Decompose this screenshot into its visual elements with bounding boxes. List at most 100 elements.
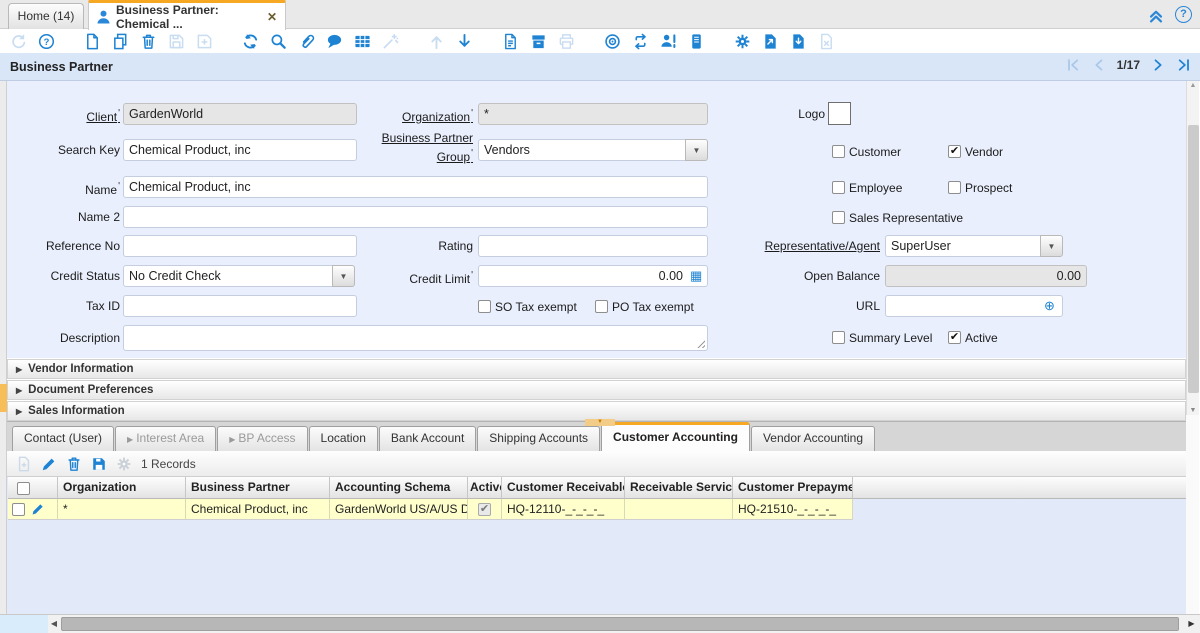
export-xls-icon[interactable] [818, 33, 835, 50]
reference-no-field[interactable] [123, 235, 357, 257]
last-record-icon[interactable] [1176, 57, 1192, 73]
calculator-icon[interactable]: ▦ [690, 269, 702, 282]
delete-record-icon[interactable] [140, 33, 157, 50]
cell-customer-prepayment[interactable]: HQ-21510-_-_-_-_ [733, 499, 853, 520]
employee-checkbox[interactable] [832, 181, 845, 194]
close-tab-icon[interactable]: ✕ [267, 10, 277, 24]
archive-icon[interactable] [530, 33, 547, 50]
requery-icon[interactable] [632, 33, 649, 50]
name2-field[interactable] [123, 206, 708, 228]
import-icon[interactable] [790, 33, 807, 50]
process-icon[interactable] [734, 33, 751, 50]
select-all-header[interactable] [8, 477, 58, 499]
row-edit-icon[interactable] [41, 456, 57, 472]
left-splitter-handle[interactable] [0, 384, 7, 412]
prospect-checkbox[interactable] [948, 181, 961, 194]
column-header-customer-prepayment[interactable]: Customer Prepayment [733, 477, 853, 499]
organization-label[interactable]: Organization [373, 103, 473, 128]
representative-dropdown-icon[interactable] [1040, 235, 1063, 257]
move-down-icon[interactable] [456, 33, 473, 50]
name-field[interactable]: Chemical Product, inc [123, 176, 708, 198]
tab-bank-account[interactable]: Bank Account [379, 426, 476, 451]
tab-location[interactable]: Location [309, 426, 378, 451]
bp-group-dropdown-icon[interactable] [685, 139, 708, 161]
customer-checkbox[interactable] [832, 145, 845, 158]
save-create-icon[interactable] [196, 33, 213, 50]
export-icon[interactable] [762, 33, 779, 50]
credit-status-dropdown-icon[interactable] [332, 265, 355, 287]
bp-group-field[interactable]: Vendors [478, 139, 686, 161]
row-save-icon[interactable] [91, 456, 107, 472]
row-delete-icon[interactable] [66, 456, 82, 472]
url-field[interactable] [885, 295, 1063, 317]
scroll-down-icon[interactable]: ▼ [1187, 407, 1199, 414]
column-header-customer-receivables[interactable]: Customer Receivables [502, 477, 625, 499]
cell-active-checkbox[interactable] [478, 503, 491, 516]
previous-record-icon[interactable] [1091, 57, 1107, 73]
grid-toggle-icon[interactable] [354, 33, 371, 50]
section-sales-information[interactable]: ▶Sales Information [7, 401, 1186, 421]
tax-id-field[interactable] [123, 295, 357, 317]
save-icon[interactable] [168, 33, 185, 50]
next-record-icon[interactable] [1150, 57, 1166, 73]
customize-icon[interactable] [382, 33, 399, 50]
column-header-business-partner[interactable]: Business Partner [186, 477, 330, 499]
vertical-scrollbar-thumb[interactable] [1188, 125, 1199, 393]
vendor-checkbox[interactable] [948, 145, 961, 158]
summary-level-checkbox[interactable] [832, 331, 845, 344]
refresh-icon[interactable] [242, 33, 259, 50]
workflow-icon[interactable] [604, 33, 621, 50]
credit-status-field[interactable]: No Credit Check [123, 265, 333, 287]
first-record-icon[interactable] [1065, 57, 1081, 73]
undo-icon[interactable] [10, 33, 27, 50]
representative-field[interactable]: SuperUser [885, 235, 1041, 257]
cell-business-partner[interactable]: Chemical Product, inc [186, 499, 330, 520]
section-vendor-information[interactable]: ▶Vendor Information [7, 359, 1186, 379]
tab-business-partner[interactable]: Business Partner: Chemical ... ✕ [88, 0, 286, 30]
new-record-icon[interactable] [84, 33, 101, 50]
tab-home[interactable]: Home (14) [8, 3, 84, 29]
tab-interest-area[interactable]: ▶Interest Area [115, 426, 216, 451]
cell-accounting-schema[interactable]: GardenWorld US/A/US Dol... [330, 499, 468, 520]
tab-bp-access[interactable]: ▶BP Access [217, 426, 307, 451]
chat-icon[interactable] [326, 33, 343, 50]
move-up-icon[interactable] [428, 33, 445, 50]
collapse-header-icon[interactable] [1147, 6, 1165, 24]
organization-field[interactable]: * [478, 103, 708, 125]
mobile-icon[interactable] [688, 33, 705, 50]
po-tax-exempt-checkbox[interactable] [595, 300, 608, 313]
column-header-active[interactable]: Active [468, 477, 502, 499]
request-icon[interactable] [660, 33, 677, 50]
column-header-organization[interactable]: Organization [58, 477, 186, 499]
column-header-receivable-services[interactable]: Receivable Services [625, 477, 733, 499]
row-edit-pencil-icon[interactable] [31, 502, 45, 516]
horizontal-scrollbar-thumb[interactable] [61, 617, 1179, 631]
column-header-accounting-schema[interactable]: Accounting Schema [330, 477, 468, 499]
search-key-field[interactable]: Chemical Product, inc [123, 139, 357, 161]
window-help-icon[interactable]: ? [1175, 6, 1192, 23]
cell-receivable-services[interactable] [625, 499, 733, 520]
row-select-checkbox[interactable] [12, 503, 25, 516]
detail-splitter-handle[interactable]: ▼ [585, 419, 615, 426]
vertical-scrollbar[interactable]: ▲ ▼ [1186, 81, 1199, 415]
sales-representative-checkbox[interactable] [832, 211, 845, 224]
print-icon[interactable] [558, 33, 575, 50]
tab-shipping-accounts[interactable]: Shipping Accounts [477, 426, 600, 451]
scroll-right-icon[interactable]: ▶ [1185, 616, 1198, 632]
help-icon[interactable]: ? [38, 33, 55, 50]
find-icon[interactable] [270, 33, 287, 50]
credit-limit-field[interactable]: 0.00 [478, 265, 708, 287]
rating-field[interactable] [478, 235, 708, 257]
resize-grip-icon[interactable] [697, 340, 705, 348]
tab-vendor-accounting[interactable]: Vendor Accounting [751, 426, 875, 451]
scroll-up-icon[interactable]: ▲ [1187, 82, 1199, 89]
cell-organization[interactable]: * [58, 499, 186, 520]
representative-label[interactable]: Representative/Agent [720, 235, 880, 257]
select-all-checkbox[interactable] [17, 482, 30, 495]
client-field[interactable]: GardenWorld [123, 103, 357, 125]
bp-group-label[interactable]: Business Partner Group [363, 131, 473, 165]
tab-customer-accounting[interactable]: Customer Accounting [601, 422, 750, 451]
logo-image-box[interactable] [828, 102, 851, 125]
scroll-left-icon[interactable]: ◀ [48, 616, 60, 632]
row-new-icon[interactable] [16, 456, 32, 472]
